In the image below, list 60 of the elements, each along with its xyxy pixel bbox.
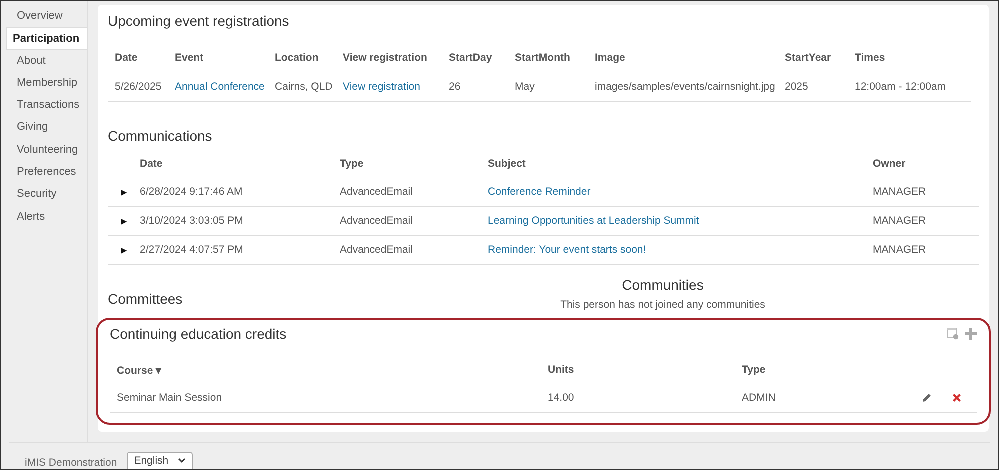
expand-icon[interactable]: ▶	[121, 188, 127, 196]
subject-link[interactable]: Reminder: Your event starts soon!	[488, 244, 646, 256]
table-cell-text: AdvancedEmail	[340, 244, 414, 256]
table-cell-text: 2025	[785, 81, 810, 93]
table-cell-text: AdvancedEmail	[340, 215, 414, 227]
column-header[interactable]: Units	[548, 364, 742, 376]
section-title: Communities	[622, 277, 704, 293]
column-header: Date	[140, 158, 164, 170]
column-header: Times	[855, 52, 886, 64]
sidebar-item[interactable]: Alerts	[1, 206, 87, 228]
subject-link[interactable]: Learning Opportunities at Leadership Summit	[488, 215, 700, 227]
sidebar-item[interactable]: Volunteering	[1, 138, 87, 162]
table-cell-text: MANAGER	[873, 215, 928, 227]
section-title: Continuing education credits	[110, 326, 287, 342]
column-header: Image	[595, 52, 626, 64]
table-cell-text: Seminar Main Session	[117, 392, 224, 404]
subject-link[interactable]: Conference Reminder	[488, 186, 591, 198]
column-header: Location	[275, 52, 320, 64]
language-select[interactable]: English	[127, 452, 194, 469]
column-header: Event	[175, 52, 205, 64]
table-link[interactable]: Annual Conference	[175, 81, 275, 93]
column-header: Type	[340, 158, 365, 170]
sidebar-item[interactable]: Giving	[1, 116, 87, 139]
table-cell-text: 5/26/2025	[115, 81, 163, 93]
section-title: Upcoming event registrations	[108, 13, 290, 29]
table-cell-text: 12:00am - 12:00am	[855, 81, 948, 93]
column-header: StartYear	[785, 52, 832, 64]
table-cell-text: 26	[449, 81, 462, 93]
table-cell-text: 2/27/2024 4:07:57 PM	[140, 244, 244, 256]
sidebar-item[interactable]: Overview	[1, 5, 87, 28]
sidebar-item[interactable]: Transactions	[1, 94, 87, 116]
table-cell-text: images/samples/events/cairnsnight.jpg	[595, 81, 776, 93]
column-header: View registration	[343, 52, 428, 64]
table-cell-text: 6/28/2024 9:17:46 AM	[140, 186, 244, 198]
expand-icon[interactable]: ▶	[121, 246, 127, 254]
table-cell-text: ADMIN	[742, 392, 777, 404]
table-cell-text: 14.00	[548, 392, 576, 404]
empty-message: This person has not joined any communities	[560, 299, 766, 311]
table-cell-text: May	[515, 81, 536, 93]
table-cell-text: MANAGER	[873, 186, 928, 198]
sidebar-item[interactable]: Membership	[1, 72, 87, 94]
column-header: Owner	[873, 158, 907, 170]
table-link[interactable]: View registration	[343, 81, 449, 93]
column-header: StartDay	[449, 52, 494, 64]
table-cell-text: AdvancedEmail	[340, 186, 414, 198]
sidebar-item[interactable]: Preferences	[1, 161, 87, 184]
column-header: Subject	[488, 158, 527, 170]
column-header[interactable]: Course ▾	[117, 364, 548, 376]
sidebar-item[interactable]: Security	[1, 183, 87, 206]
column-header[interactable]: Type	[742, 364, 892, 376]
table-cell-text: 3/10/2024 3:03:05 PM	[140, 215, 244, 227]
sidebar-item[interactable]: Participation	[6, 27, 87, 50]
site-name: iMIS Demonstration	[25, 457, 118, 469]
expand-icon[interactable]: ▶	[121, 216, 127, 226]
column-header: StartMonth	[515, 52, 572, 64]
column-header: Date	[115, 52, 139, 64]
table-cell-text: MANAGER	[873, 244, 928, 256]
table-cell-text: Cairns, QLD	[275, 81, 334, 93]
section-title: Communications	[108, 128, 214, 144]
sidebar-item[interactable]: About	[1, 50, 87, 72]
